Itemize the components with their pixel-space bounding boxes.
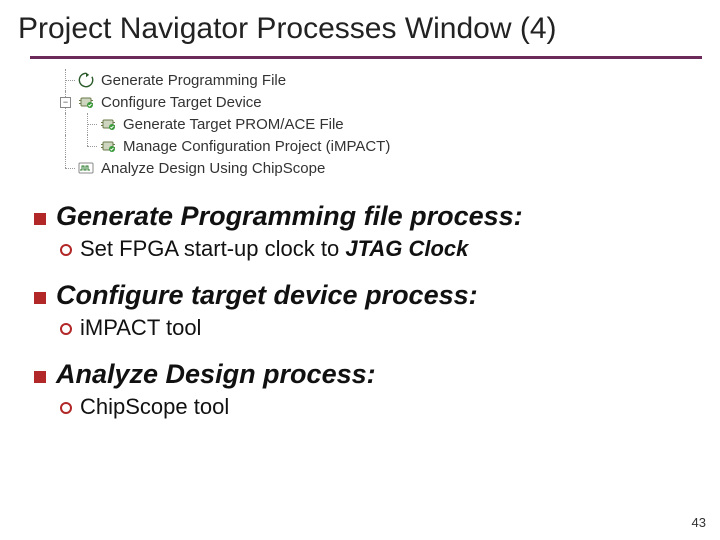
- waveform-icon: [77, 159, 95, 177]
- square-bullet-icon: [34, 292, 46, 304]
- subbullet-text: Set FPGA start-up clock to: [80, 236, 345, 261]
- tree-row-generate-programming-file[interactable]: Generate Programming File: [55, 69, 720, 91]
- bullet-list: Generate Programming file process: Set F…: [34, 201, 720, 420]
- chip-icon: [77, 93, 95, 111]
- page-number: 43: [692, 515, 706, 530]
- subbullet-text: iMPACT tool: [80, 315, 201, 340]
- tree-label: Analyze Design Using ChipScope: [101, 160, 325, 177]
- slide-title: Project Navigator Processes Window (4): [0, 0, 720, 46]
- cycle-icon: [77, 71, 95, 89]
- bullet-heading: Analyze Design process:: [56, 359, 376, 389]
- tree-label: Generate Target PROM/ACE File: [123, 116, 344, 133]
- tree-label: Manage Configuration Project (iMPACT): [123, 138, 390, 155]
- tree-row-analyze-chipscope[interactable]: Analyze Design Using ChipScope: [55, 157, 720, 179]
- subbullet-analyze: ChipScope tool: [60, 394, 720, 420]
- tree-label: Generate Programming File: [101, 72, 286, 89]
- bullet-generate: Generate Programming file process:: [34, 201, 720, 232]
- square-bullet-icon: [34, 371, 46, 383]
- chip-icon: [99, 137, 117, 155]
- collapse-icon[interactable]: −: [60, 97, 71, 108]
- subbullet-generate: Set FPGA start-up clock to JTAG Clock: [60, 236, 720, 262]
- subbullet-emphasis: JTAG Clock: [345, 236, 468, 261]
- square-bullet-icon: [34, 213, 46, 225]
- circle-bullet-icon: [60, 323, 72, 335]
- tree-label: Configure Target Device: [101, 94, 262, 111]
- subbullet-configure: iMPACT tool: [60, 315, 720, 341]
- circle-bullet-icon: [60, 402, 72, 414]
- bullet-heading: Configure target device process:: [56, 280, 478, 310]
- process-tree: Generate Programming File − Configure Ta…: [55, 69, 720, 179]
- subbullet-text: ChipScope tool: [80, 394, 229, 419]
- bullet-analyze: Analyze Design process:: [34, 359, 720, 390]
- bullet-configure: Configure target device process:: [34, 280, 720, 311]
- title-rule: [30, 56, 702, 59]
- chip-icon: [99, 115, 117, 133]
- bullet-heading: Generate Programming file process:: [56, 201, 523, 231]
- tree-row-generate-target-prom[interactable]: Generate Target PROM/ACE File: [55, 113, 720, 135]
- tree-row-configure-target-device[interactable]: − Configure Target Device: [55, 91, 720, 113]
- circle-bullet-icon: [60, 244, 72, 256]
- tree-row-manage-config-project[interactable]: Manage Configuration Project (iMPACT): [55, 135, 720, 157]
